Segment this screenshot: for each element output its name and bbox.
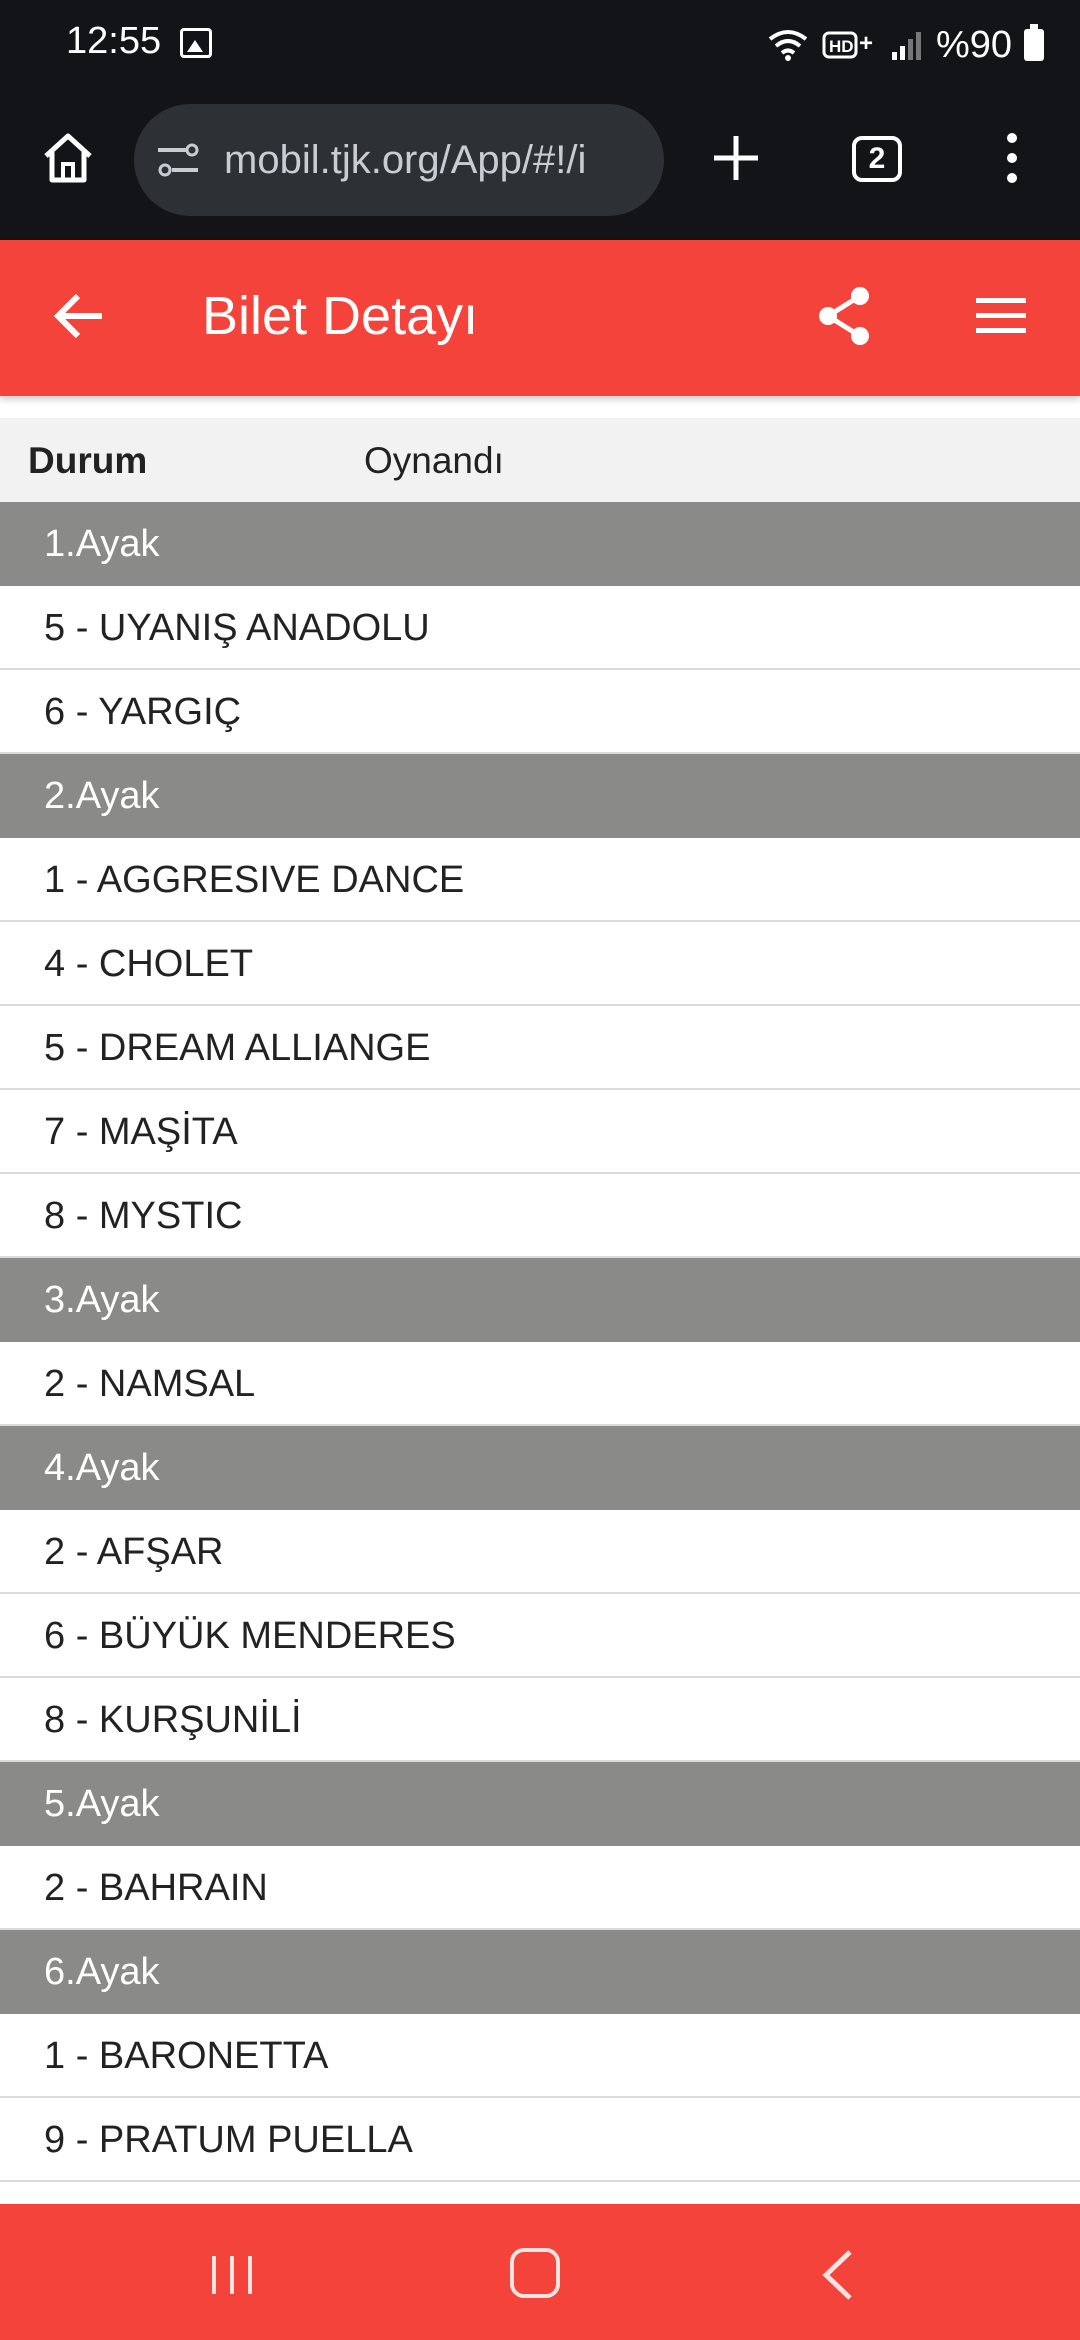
horse-row: 1 - AGGRESIVE DANCE [0, 838, 1080, 922]
page-title: Bilet Detayı [202, 286, 479, 346]
horse-row: 8 - MYSTIC [0, 1174, 1080, 1258]
browser-toolbar: mobil.tjk.org/App/#!/i 2 [0, 90, 1080, 240]
status-bar: 12:55 HD + %90 [0, 0, 1080, 90]
horse-name: 4 - CHOLET [44, 943, 254, 985]
battery-icon [1024, 24, 1044, 61]
status-icons: HD + %90 [766, 20, 1044, 70]
leg-header: 6.Ayak [0, 1930, 1080, 2014]
horse-name: 5 - UYANIŞ ANADOLU [44, 607, 430, 649]
horse-row: 6 - YARGIÇ [0, 670, 1080, 754]
horse-name: 8 - KURŞUNİLİ [44, 1699, 302, 1741]
wifi-icon [768, 30, 808, 61]
recents-icon[interactable] [210, 2254, 254, 2296]
battery-percent: %90 [935, 23, 1012, 66]
leg-label: 3.Ayak [44, 1279, 160, 1321]
horse-name: 6 - YARGIÇ [44, 691, 242, 733]
leg-label: 1.Ayak [44, 523, 160, 565]
horse-name: 2 - BAHRAIN [44, 1867, 268, 1909]
leg-header: 1.Ayak [0, 502, 1080, 586]
horse-row: 6 - BÜYÜK MENDERES [0, 1594, 1080, 1678]
horse-row: 4 - CHOLET [0, 922, 1080, 1006]
back-chevron-icon[interactable] [818, 2248, 858, 2302]
horse-row: 5 - UYANIŞ ANADOLU [0, 586, 1080, 670]
status-time: 12:55 [66, 20, 162, 62]
url-text[interactable]: mobil.tjk.org/App/#!/i [224, 138, 644, 183]
hd-plus-icon: HD + [822, 30, 873, 59]
horse-name: 2 - NAMSAL [44, 1363, 256, 1405]
horse-name: 7 - MAŞİTA [44, 1111, 238, 1153]
horse-row: 8 - KURŞUNİLİ [0, 1678, 1080, 1762]
horse-name: 9 - PRATUM PUELLA [44, 2119, 413, 2161]
status-value: Oynandı [364, 440, 504, 481]
horse-name: 5 - DREAM ALLIANGE [44, 1027, 431, 1069]
horse-row: 5 - DREAM ALLIANGE [0, 1006, 1080, 1090]
tune-icon[interactable] [156, 142, 200, 178]
leg-label: 6.Ayak [44, 1951, 160, 1993]
ticket-detail: Durum Oynandı 1.Ayak 5 - UYANIŞ ANADOLU 6 … [0, 418, 1080, 2182]
menu-icon[interactable] [974, 292, 1028, 340]
home-circle-icon[interactable] [510, 2248, 560, 2298]
legs-list: 1.Ayak 5 - UYANIŞ ANADOLU 6 - YARGIÇ 2.Ayak… [0, 502, 1080, 2182]
horse-row: 2 - BAHRAIN [0, 1846, 1080, 1930]
more-vert-icon[interactable] [994, 128, 1030, 188]
ticket-status-row: Durum Oynandı [0, 418, 1080, 502]
image-icon [180, 28, 212, 58]
horse-row: 2 - NAMSAL [0, 1342, 1080, 1426]
horse-row: 2 - AFŞAR [0, 1510, 1080, 1594]
horse-row: 1 - BARONETTA [0, 2014, 1080, 2098]
leg-header: 5.Ayak [0, 1762, 1080, 1846]
horse-name: 1 - BARONETTA [44, 2035, 329, 2077]
horse-name: 8 - MYSTIC [44, 1195, 243, 1237]
horse-name: 2 - AFŞAR [44, 1531, 224, 1573]
tabs-icon[interactable]: 2 [852, 136, 902, 182]
horse-name: 1 - AGGRESIVE DANCE [44, 859, 465, 901]
system-nav-bar [0, 2204, 1080, 2340]
leg-header: 2.Ayak [0, 754, 1080, 838]
svg-text:HD: HD [829, 37, 854, 56]
address-bar[interactable]: mobil.tjk.org/App/#!/i [134, 104, 664, 216]
app-header: Bilet Detayı [0, 240, 1080, 396]
status-label: Durum [28, 440, 148, 481]
signal-icon [891, 32, 921, 60]
svg-text:+: + [859, 30, 873, 57]
leg-label: 4.Ayak [44, 1447, 160, 1489]
home-icon[interactable] [38, 128, 98, 188]
arrow-back-icon[interactable] [50, 286, 110, 346]
leg-header: 4.Ayak [0, 1426, 1080, 1510]
horse-row: 9 - PRATUM PUELLA [0, 2098, 1080, 2182]
leg-label: 2.Ayak [44, 775, 160, 817]
share-icon[interactable] [814, 284, 874, 348]
horse-row: 7 - MAŞİTA [0, 1090, 1080, 1174]
leg-header: 3.Ayak [0, 1258, 1080, 1342]
leg-label: 5.Ayak [44, 1783, 160, 1825]
horse-name: 6 - BÜYÜK MENDERES [44, 1615, 456, 1657]
plus-icon[interactable] [706, 128, 766, 188]
